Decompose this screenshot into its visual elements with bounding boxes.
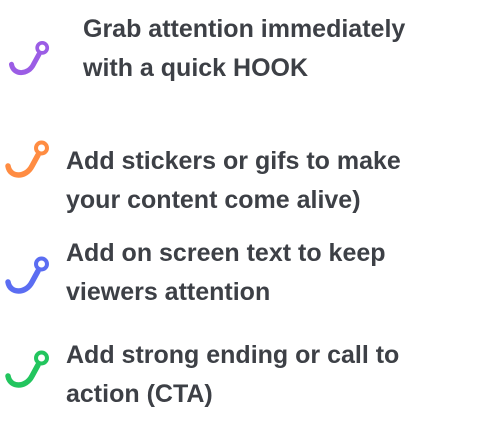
tip-line: Add strong ending or call to <box>66 341 400 369</box>
tip-text: Add on screen text to keep viewers atten… <box>66 234 386 312</box>
tip-item: Add on screen text to keep viewers atten… <box>0 224 500 324</box>
fishing-hook-icon <box>6 36 50 78</box>
tip-line: your content come alive) <box>66 186 361 214</box>
tip-line: viewers attention <box>66 278 271 306</box>
tip-item: Add strong ending or call to action (CTA… <box>0 334 500 423</box>
tip-line: Grab attention immediately <box>83 15 406 43</box>
fishing-hook-icon <box>2 252 50 296</box>
tip-item: Add stickers or gifs to make your conten… <box>0 128 500 218</box>
fishing-hook-icon <box>2 136 50 180</box>
tips-list: Grab attention immediately with a quick … <box>0 0 500 423</box>
tip-text: Grab attention immediately with a quick … <box>83 10 405 88</box>
tip-item: Grab attention immediately with a quick … <box>0 6 500 90</box>
tip-text: Add strong ending or call to action (CTA… <box>66 336 399 414</box>
tip-line: Add stickers or gifs to make <box>66 147 401 175</box>
tip-line: with a quick HOOK <box>83 54 309 82</box>
tip-line: Add on screen text to keep <box>66 239 386 267</box>
fishing-hook-icon <box>2 346 50 390</box>
tip-line: action (CTA) <box>66 380 213 408</box>
tip-text: Add stickers or gifs to make your conten… <box>66 142 401 220</box>
